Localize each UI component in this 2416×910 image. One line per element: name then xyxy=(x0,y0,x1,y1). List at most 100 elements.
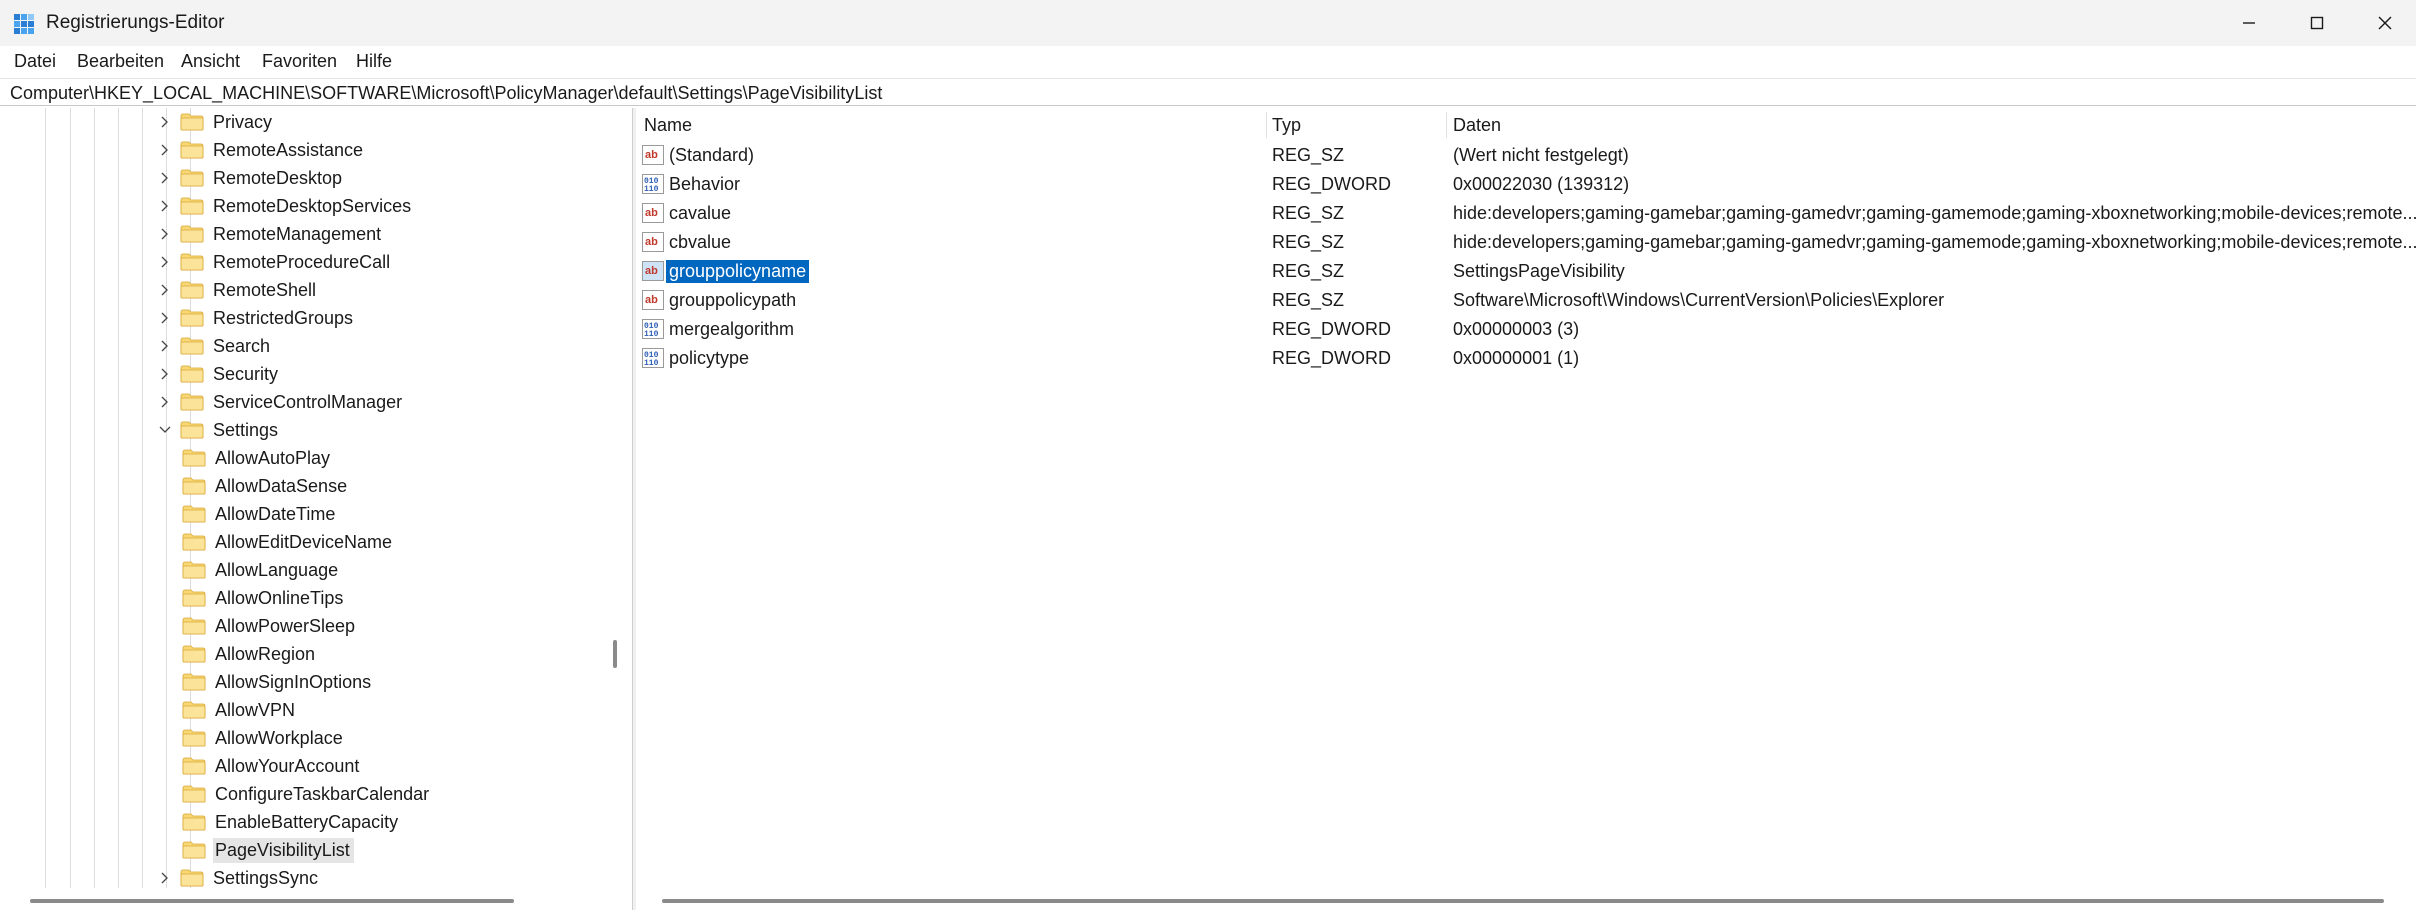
tree-item[interactable]: Security xyxy=(158,360,282,388)
value-type: REG_SZ xyxy=(1272,145,1345,165)
column-header-name[interactable]: Name xyxy=(636,108,1266,142)
tree-item[interactable]: AllowDateTime xyxy=(182,500,339,528)
column-header-type[interactable]: Typ xyxy=(1264,108,1446,142)
key-tree[interactable]: Privacy RemoteAssistance RemoteDesktop Remo… xyxy=(0,108,604,910)
tree-item[interactable]: AllowVPN xyxy=(182,696,299,724)
chevron-right-icon[interactable] xyxy=(158,199,172,213)
value-row[interactable]: ab grouppolicyname REG_SZ SettingsPageVisib… xyxy=(636,256,2416,285)
chevron-right-icon[interactable] xyxy=(158,395,172,409)
value-name: cavalue xyxy=(669,203,732,223)
value-data: SettingsPageVisibility xyxy=(1453,261,1625,281)
chevron-right-icon[interactable] xyxy=(158,115,172,129)
tree-item[interactable]: Privacy xyxy=(158,108,276,136)
value-data: Software\Microsoft\Windows\CurrentVersio… xyxy=(1453,290,1945,310)
chevron-right-icon[interactable] xyxy=(158,171,172,185)
tree-item-label: RemoteProcedureCall xyxy=(213,251,391,272)
folder-icon xyxy=(182,673,206,691)
chevron-right-icon[interactable] xyxy=(158,367,172,381)
tree-item[interactable]: AllowOnlineTips xyxy=(182,584,347,612)
tree-item[interactable]: AllowEditDeviceName xyxy=(182,528,396,556)
tree-item[interactable]: SettingsSync xyxy=(158,864,322,892)
tree-item[interactable]: RemoteAssistance xyxy=(158,136,367,164)
value-row[interactable]: ab (Standard) REG_SZ (Wert nicht festgelegt… xyxy=(636,140,2416,169)
folder-icon xyxy=(180,337,204,355)
minimize-button[interactable] xyxy=(2214,0,2284,46)
values-list[interactable]: Name Typ Daten ab (Standard) REG_SZ (Wert n… xyxy=(636,108,2416,910)
menu-bearbeiten[interactable]: Bearbeiten xyxy=(77,51,164,72)
tree-item[interactable]: AllowPowerSleep xyxy=(182,612,359,640)
tree-item[interactable]: RemoteShell xyxy=(158,276,320,304)
tree-item[interactable]: RemoteDesktop xyxy=(158,164,346,192)
chevron-right-icon[interactable] xyxy=(158,255,172,269)
folder-icon xyxy=(182,785,206,803)
value-row[interactable]: 010 110 policytype REG_DWORD 0x00000001 (1) xyxy=(636,343,2416,372)
tree-item-label: RestrictedGroups xyxy=(213,307,354,328)
close-button[interactable] xyxy=(2350,0,2416,46)
maximize-button[interactable] xyxy=(2282,0,2352,46)
tree-item-label: AllowPowerSleep xyxy=(215,615,356,636)
tree-item-label: ServiceControlManager xyxy=(213,391,403,412)
chevron-down-icon[interactable] xyxy=(158,423,172,437)
menu-favoriten[interactable]: Favoriten xyxy=(262,51,337,72)
chevron-right-icon[interactable] xyxy=(158,311,172,325)
menu-hilfe[interactable]: Hilfe xyxy=(356,51,392,72)
tree-item[interactable]: EnableBatteryCapacity xyxy=(182,808,402,836)
folder-icon xyxy=(182,561,206,579)
tree-item-label: AllowDataSense xyxy=(215,475,348,496)
tree-item[interactable]: RemoteProcedureCall xyxy=(158,248,394,276)
tree-item-label: AllowOnlineTips xyxy=(215,587,344,608)
value-row[interactable]: ab grouppolicypath REG_SZ Software\Microsof… xyxy=(636,285,2416,314)
tree-item[interactable]: RestrictedGroups xyxy=(158,304,357,332)
tree-item-label: ConfigureTaskbarCalendar xyxy=(215,783,430,804)
chevron-right-icon[interactable] xyxy=(158,143,172,157)
tree-item[interactable]: RemoteDesktopServices xyxy=(158,192,415,220)
tree-item[interactable]: AllowRegion xyxy=(182,640,319,668)
column-header-type-label: Typ xyxy=(1272,114,1302,135)
folder-icon xyxy=(180,225,204,243)
tree-item-label: RemoteShell xyxy=(213,279,317,300)
tree-item[interactable]: AllowDataSense xyxy=(182,472,351,500)
folder-icon xyxy=(180,869,204,887)
tree-item-label: Security xyxy=(213,363,279,384)
folder-icon xyxy=(180,197,204,215)
chevron-right-icon[interactable] xyxy=(158,283,172,297)
binary-value-icon: 010110 xyxy=(642,348,664,368)
value-type: REG_SZ xyxy=(1272,232,1345,252)
tree-item[interactable]: ServiceControlManager xyxy=(158,388,406,416)
tree-item[interactable]: AllowWorkplace xyxy=(182,724,347,752)
value-row[interactable]: ab cbvalue REG_SZ hide:developers;gaming-ga… xyxy=(636,227,2416,256)
folder-icon xyxy=(180,365,204,383)
minimize-icon xyxy=(2243,22,2255,24)
values-horizontal-scrollbar[interactable] xyxy=(662,899,2384,903)
tree-item[interactable]: AllowYourAccount xyxy=(182,752,363,780)
chevron-right-icon[interactable] xyxy=(158,871,172,885)
value-row[interactable]: 010 110 Behavior REG_DWORD 0x00022030 (13931… xyxy=(636,169,2416,198)
folder-icon xyxy=(180,281,204,299)
tree-horizontal-scrollbar[interactable] xyxy=(30,899,514,903)
tree-item[interactable]: RemoteManagement xyxy=(158,220,385,248)
chevron-right-icon[interactable] xyxy=(158,227,172,241)
value-name: (Standard) xyxy=(669,145,755,165)
folder-icon xyxy=(180,393,204,411)
value-row[interactable]: 010 110 mergealgorithm REG_DWORD 0x00000003 … xyxy=(636,314,2416,343)
tree-item[interactable]: Settings xyxy=(158,416,282,444)
binary-value-icon: 010110 xyxy=(642,319,664,339)
menu-ansicht[interactable]: Ansicht xyxy=(181,51,240,72)
value-type: REG_SZ xyxy=(1272,261,1345,281)
tree-item[interactable]: ConfigureTaskbarCalendar xyxy=(182,780,433,808)
tree-item[interactable]: AllowSignInOptions xyxy=(182,668,375,696)
value-row[interactable]: ab cavalue REG_SZ hide:developers;gaming-ga… xyxy=(636,198,2416,227)
folder-icon xyxy=(180,421,204,439)
tree-item-label: AllowEditDeviceName xyxy=(215,531,393,552)
tree-item[interactable]: PageVisibilityList xyxy=(182,836,354,864)
menu-datei[interactable]: Datei xyxy=(14,51,56,72)
address-bar[interactable]: Computer\HKEY_LOCAL_MACHINE\SOFTWARE\Mic… xyxy=(0,78,2416,106)
tree-item[interactable]: Search xyxy=(158,332,274,360)
address-path[interactable]: Computer\HKEY_LOCAL_MACHINE\SOFTWARE\Mic… xyxy=(10,83,882,104)
tree-item[interactable]: AllowLanguage xyxy=(182,556,342,584)
registry-editor-icon xyxy=(14,14,34,34)
chevron-right-icon[interactable] xyxy=(158,339,172,353)
tree-item[interactable]: AllowAutoPlay xyxy=(182,444,334,472)
column-header-data[interactable]: Daten xyxy=(1445,108,2405,142)
tree-vertical-scrollbar[interactable] xyxy=(613,640,617,668)
